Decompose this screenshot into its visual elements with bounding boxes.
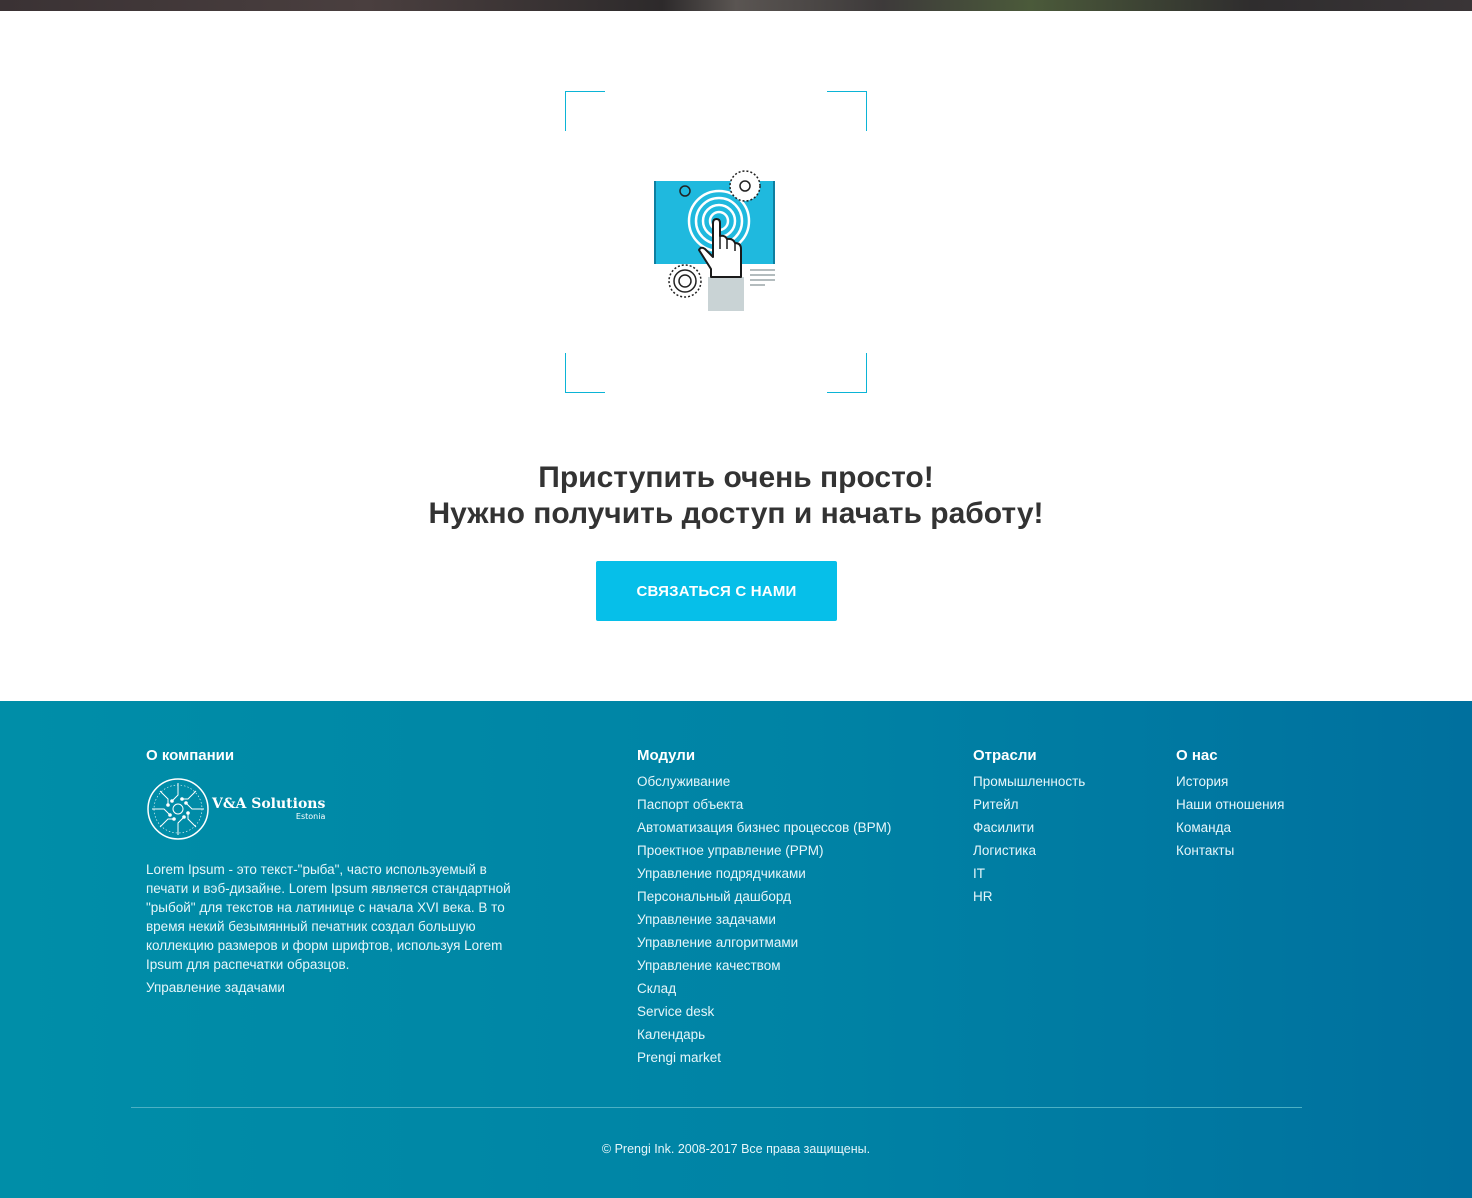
frame-corner-bottom-right	[827, 353, 867, 393]
list-item[interactable]: Управление задачами	[637, 908, 937, 931]
list-item[interactable]: IT	[973, 862, 1153, 885]
list-item[interactable]: Паспорт объекта	[637, 793, 937, 816]
logo-subtitle: Estonia	[295, 812, 326, 821]
about-link[interactable]: Команда	[1176, 820, 1231, 835]
list-item[interactable]: Календарь	[637, 1023, 937, 1046]
footer-company-column: О компании V&A Solutions Estonia Lorem I…	[146, 747, 526, 997]
industries-link[interactable]: Промышленность	[973, 774, 1085, 789]
list-item[interactable]: Промышленность	[973, 770, 1153, 793]
industries-link[interactable]: IT	[973, 866, 985, 881]
modules-link[interactable]: Проектное управление (PPM)	[637, 843, 824, 858]
about-list: История Наши отношения Команда Контакты	[1176, 770, 1336, 862]
contact-us-button[interactable]: СВЯЗАТЬСЯ С НАМИ	[596, 561, 837, 621]
modules-link[interactable]: Управление задачами	[637, 912, 776, 927]
list-item[interactable]: История	[1176, 770, 1336, 793]
modules-link[interactable]: Персональный дашборд	[637, 889, 791, 904]
footer-modules-title: Модули	[637, 747, 696, 764]
footer-modules-column: Модули Обслуживание Паспорт объекта Авто…	[637, 747, 937, 1069]
list-item[interactable]: Автоматизация бизнес процессов (BPM)	[637, 816, 937, 839]
frame-corner-top-right	[827, 91, 867, 131]
modules-link[interactable]: Паспорт объекта	[637, 797, 743, 812]
site-footer: О компании V&A Solutions Estonia Lorem I…	[0, 701, 1472, 1198]
about-link[interactable]: Наши отношения	[1176, 797, 1284, 812]
list-item[interactable]: Управление подрядчиками	[637, 862, 937, 885]
headline-line-2: Нужно получить доступ и начать работу!	[428, 497, 1044, 530]
list-item[interactable]: Проектное управление (PPM)	[637, 839, 937, 862]
headline-line-1: Приступить очень просто!	[538, 461, 934, 494]
touch-screen-illustration-icon	[654, 170, 775, 311]
copyright-text: © Prengi Ink. 2008-2017 Все права защище…	[601, 1142, 871, 1156]
company-description: Lorem Ipsum - это текст-"рыба", часто ис…	[146, 862, 511, 972]
industries-link[interactable]: Логистика	[973, 843, 1036, 858]
modules-link[interactable]: Склад	[637, 981, 676, 996]
list-item[interactable]: Контакты	[1176, 839, 1336, 862]
modules-link[interactable]: Автоматизация бизнес процессов (BPM)	[637, 820, 891, 835]
modules-link[interactable]: Обслуживание	[637, 774, 730, 789]
modules-link[interactable]: Управление алгоритмами	[637, 935, 798, 950]
footer-divider	[131, 1107, 1302, 1108]
modules-link[interactable]: Управление качеством	[637, 958, 781, 973]
frame-corner-bottom-left	[565, 353, 605, 393]
page-headline: Приступить очень просто! Нужно получить …	[0, 460, 1472, 532]
list-item[interactable]: Логистика	[973, 839, 1153, 862]
list-item[interactable]: Склад	[637, 977, 937, 1000]
illustration-frame	[565, 91, 867, 393]
industries-link[interactable]: Фасилити	[973, 820, 1034, 835]
list-item[interactable]: Обслуживание	[637, 770, 937, 793]
footer-industries-title: Отрасли	[973, 747, 1037, 764]
about-link[interactable]: Контакты	[1176, 843, 1234, 858]
footer-about-title: О нас	[1176, 747, 1218, 764]
footer-company-title: О компании	[146, 747, 235, 764]
industries-link[interactable]: Ритейл	[973, 797, 1019, 812]
modules-link[interactable]: Управление подрядчиками	[637, 866, 806, 881]
footer-industries-column: Отрасли Промышленность Ритейл Фасилити Л…	[973, 747, 1153, 908]
list-item[interactable]: Ритейл	[973, 793, 1153, 816]
modules-list: Обслуживание Паспорт объекта Автоматизац…	[637, 770, 937, 1069]
logo-name: V&A Solutions	[212, 796, 326, 812]
modules-link[interactable]: Prengi market	[637, 1050, 721, 1065]
logo-wordmark: V&A Solutions Estonia	[212, 796, 325, 822]
industries-list: Промышленность Ритейл Фасилити Логистика…	[973, 770, 1153, 908]
list-item[interactable]: Персональный дашборд	[637, 885, 937, 908]
company-logo[interactable]: V&A Solutions Estonia	[146, 777, 526, 841]
list-item[interactable]: Управление алгоритмами	[637, 931, 937, 954]
frame-corner-top-left	[565, 91, 605, 131]
list-item[interactable]: HR	[973, 885, 1153, 908]
list-item[interactable]: Команда	[1176, 816, 1336, 839]
modules-link[interactable]: Service desk	[637, 1004, 714, 1019]
list-item[interactable]: Фасилити	[973, 816, 1153, 839]
modules-link[interactable]: Календарь	[637, 1027, 705, 1042]
industries-link[interactable]: HR	[973, 889, 993, 904]
about-link[interactable]: История	[1176, 774, 1228, 789]
hero-image-strip	[0, 0, 1472, 11]
list-item[interactable]: Prengi market	[637, 1046, 937, 1069]
list-item[interactable]: Service desk	[637, 1000, 937, 1023]
list-item[interactable]: Наши отношения	[1176, 793, 1336, 816]
list-item[interactable]: Управление качеством	[637, 954, 937, 977]
company-task-management-link[interactable]: Управление задачами	[146, 978, 526, 997]
circuit-logo-icon	[147, 778, 209, 840]
footer-about-column: О нас История Наши отношения Команда Кон…	[1176, 747, 1336, 862]
